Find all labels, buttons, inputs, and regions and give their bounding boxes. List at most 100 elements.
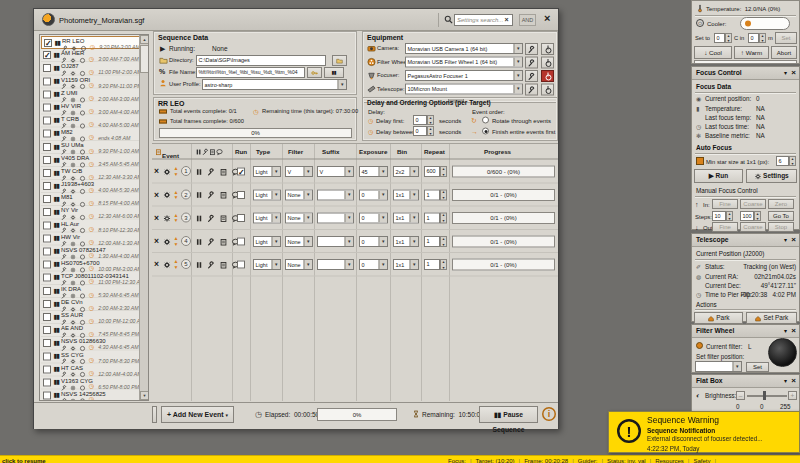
target-checkbox[interactable] [43, 51, 51, 59]
type-combo[interactable]: Light [253, 236, 281, 247]
pause-target-icon[interactable]: ▮▮ [54, 208, 60, 215]
target-checkbox[interactable] [44, 39, 52, 47]
repeat-field[interactable]: 1 [424, 236, 440, 247]
notification-toast[interactable]: ! Sequence Warning Sequence Notification… [608, 411, 800, 453]
stop-button[interactable]: Stop [768, 222, 794, 232]
pause-target-icon[interactable]: ▮▮ [54, 169, 60, 176]
pause-target-icon[interactable]: ▮▮ [54, 365, 60, 372]
pause-target-icon[interactable]: ▮▮ [54, 117, 60, 124]
pause-event-icon[interactable] [195, 214, 203, 223]
target-checkbox[interactable] [43, 313, 51, 321]
run-checkbox[interactable] [237, 261, 245, 269]
bin-combo[interactable]: 1x1 [393, 189, 419, 200]
finish-entire-radio[interactable] [482, 128, 489, 135]
bin-combo[interactable]: 1x1 [393, 236, 419, 247]
target-checkbox[interactable] [43, 221, 51, 229]
event-settings-icon[interactable] [163, 260, 171, 269]
brightness-slider-thumb[interactable] [763, 391, 766, 400]
target-list-item[interactable]: ▮▮ TW CrB ◷ 12:30 AM-3:30 AM [41, 167, 140, 180]
close-panel-icon[interactable]: × [791, 235, 796, 244]
pause-target-icon[interactable]: ▮▮ [54, 130, 60, 137]
equipment-settings-button[interactable] [525, 84, 538, 96]
min-star-spinner[interactable] [789, 156, 796, 166]
equipment-power-button[interactable] [541, 84, 554, 96]
target-checkbox[interactable] [43, 195, 51, 203]
filter-combo[interactable]: None [285, 236, 313, 247]
suffix-combo[interactable] [317, 213, 354, 224]
event-settings-icon[interactable] [163, 190, 171, 199]
out-coarse-button[interactable]: Coarse [740, 222, 766, 232]
steps-fine-field[interactable]: 10 [712, 211, 726, 221]
equipment-combo[interactable]: Moravian USB Filter Wheel 1 (64 bit) [405, 57, 523, 68]
park-button[interactable]: Park [694, 312, 743, 324]
target-checkbox[interactable] [43, 156, 51, 164]
pause-target-icon[interactable]: ▮▮ [54, 274, 60, 281]
run-autofocus-button[interactable]: ▶ Run [694, 169, 743, 183]
delete-event-icon[interactable]: × [154, 236, 159, 246]
delete-event-icon[interactable]: × [154, 213, 159, 223]
target-list-item[interactable]: ▮▮ HS0705+6700 ◷ 10:00 PM-3:00 AM [41, 259, 140, 272]
out-fine-button[interactable]: Fine [712, 222, 738, 232]
delay-between-field[interactable]: 0 [413, 126, 427, 136]
event-notes-icon[interactable] [219, 167, 227, 176]
repeat-field[interactable]: 1 [424, 259, 440, 270]
clear-search-icon[interactable]: × [505, 15, 509, 23]
target-list-item[interactable]: ▮▮ RR LEO ◷ 9:20 PM-3:00 AM [41, 36, 140, 49]
cooler-toggle[interactable] [740, 17, 790, 30]
type-combo[interactable]: Light [253, 213, 281, 224]
pause-target-icon[interactable]: ▮▮ [54, 339, 60, 346]
target-list-item[interactable]: ▮▮ HV VIR ◷ 3:00 AM-4:00 AM [41, 101, 140, 114]
target-checkbox[interactable] [43, 208, 51, 216]
close-window-button[interactable]: × [544, 12, 550, 25]
exposure-combo[interactable]: 45 [359, 166, 388, 177]
add-new-event-button[interactable]: + Add New Event ▾ [161, 406, 234, 423]
target-checkbox[interactable] [43, 182, 51, 190]
target-list-item[interactable]: ▮▮ AM HER ◷ 3:00 AM-7:00 AM [41, 49, 140, 62]
pause-target-icon[interactable]: ▮▮ [54, 326, 60, 333]
pause-target-icon[interactable]: ▮▮ [55, 39, 61, 46]
steps-fine-spinner[interactable] [726, 211, 733, 221]
target-checkbox[interactable] [43, 365, 51, 373]
equipment-power-button[interactable] [541, 70, 554, 82]
repeat-spinner[interactable] [440, 189, 447, 200]
target-checkbox[interactable] [43, 169, 51, 177]
filter-combo[interactable]: None [285, 189, 313, 200]
event-settings-icon[interactable] [163, 214, 171, 223]
pause-target-icon[interactable]: ▮▮ [54, 51, 60, 58]
pause-target-icon[interactable]: ▮▮ [54, 143, 60, 150]
delete-event-icon[interactable]: × [154, 260, 159, 270]
target-checkbox[interactable] [43, 326, 51, 334]
reorder-event-icons[interactable]: ▲▼ [173, 212, 179, 223]
target-list-item[interactable]: ▮▮ V1363 CYG ◷ 6:50 PM-8:00 PM [41, 376, 140, 389]
target-checkbox[interactable] [43, 64, 51, 72]
warm-button[interactable]: ↑ Warm [734, 46, 769, 59]
in-fine-button[interactable]: Fine [712, 199, 738, 209]
suffix-combo[interactable] [317, 189, 354, 200]
suffix-combo[interactable]: V [317, 166, 354, 177]
target-list-item[interactable]: ▮▮ J1938+4603 ◷ 4:00 AM-5:30 AM [41, 180, 140, 193]
repeat-spinner[interactable] [440, 236, 447, 247]
target-checkbox[interactable] [43, 77, 51, 85]
target-list-item[interactable]: ▮▮ HT CAS ◷ 12:00 AM-4:00 AM [41, 363, 140, 376]
target-checkbox[interactable] [43, 300, 51, 308]
target-checkbox[interactable] [43, 392, 51, 400]
target-list-item[interactable]: ▮▮ NSVS 07826147 ◷ 1:30 AM-4:00 AM [41, 246, 140, 259]
target-checkbox[interactable] [43, 287, 51, 295]
gear-icon[interactable] [70, 398, 76, 401]
equipment-power-button[interactable] [541, 57, 554, 69]
target-list-item[interactable]: ▮▮ IK DRA ◷ 5:30 AM-6:45 AM [41, 285, 140, 298]
event-notes-icon[interactable] [219, 191, 227, 200]
target-checkbox[interactable] [43, 130, 51, 138]
target-list-item[interactable]: ▮▮ SS AUR ◷ 10:00 PM-12:00 AM [41, 311, 140, 324]
pause-target-icon[interactable]: ▮▮ [54, 287, 60, 294]
target-checkbox[interactable] [43, 339, 51, 347]
pin-icon[interactable]: ▾ [784, 327, 787, 334]
delay-first-field[interactable]: 0 [413, 115, 427, 125]
rotate-icon[interactable] [79, 398, 85, 401]
run-checkbox[interactable] [237, 237, 245, 245]
pause-target-icon[interactable]: ▮▮ [54, 195, 60, 202]
wrench-icon[interactable] [61, 398, 67, 401]
set-park-button[interactable]: Set Park [746, 312, 797, 324]
equipment-settings-button[interactable] [525, 57, 538, 69]
exposure-combo[interactable]: 0 [359, 189, 388, 200]
